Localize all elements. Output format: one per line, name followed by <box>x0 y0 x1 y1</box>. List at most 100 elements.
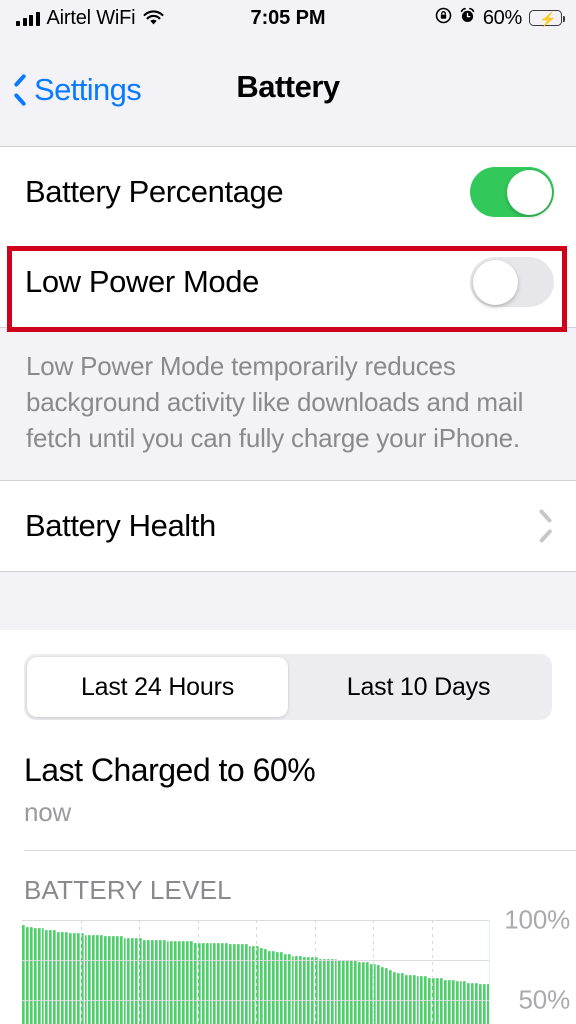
chart-bar <box>381 966 385 1024</box>
chart-bar <box>150 939 154 1024</box>
chevron-right-icon <box>538 512 554 540</box>
cellular-signal-icon <box>16 11 40 26</box>
chart-bar <box>115 936 119 1024</box>
chart-bar <box>178 941 182 1024</box>
chart-bar <box>57 931 61 1024</box>
status-bar-left: Airtel WiFi <box>16 7 164 30</box>
chart-bar <box>389 969 393 1024</box>
segment-last-24-hours[interactable]: Last 24 Hours <box>27 657 288 718</box>
low-power-mode-toggle[interactable] <box>470 257 554 307</box>
carrier-label: Airtel WiFi <box>46 6 136 29</box>
chart-bar <box>447 979 451 1024</box>
chart-bar <box>318 958 322 1024</box>
chart-bar <box>463 981 467 1024</box>
chart-bar <box>29 926 33 1024</box>
chart-bar <box>471 982 475 1024</box>
chart-bar <box>475 982 479 1024</box>
chart-bar <box>252 945 256 1024</box>
chart-bar <box>193 942 197 1024</box>
chart-bar <box>22 925 25 1024</box>
chart-bar <box>170 941 174 1024</box>
battery-level-plot-area: 100% 50% <box>22 905 570 1024</box>
battery-health-row[interactable]: Battery Health <box>0 481 576 572</box>
chart-bar <box>186 941 189 1024</box>
chart-bar <box>322 958 326 1024</box>
chart-gridline-v <box>314 920 316 1024</box>
chart-bar <box>53 929 57 1024</box>
chart-bar <box>143 939 146 1024</box>
chart-bar <box>154 939 158 1024</box>
battery-toggles-group: Battery Percentage Low Power Mode <box>0 146 576 328</box>
chevron-left-icon <box>12 76 28 104</box>
chart-bar <box>330 958 334 1024</box>
chart-bar <box>84 934 88 1024</box>
chart-bar <box>135 937 139 1024</box>
segmented-control-wrapper: Last 24 Hours Last 10 Days <box>0 630 576 721</box>
rotation-lock-icon <box>435 7 452 29</box>
chart-bar <box>244 944 248 1024</box>
battery-percentage-label: 60% <box>482 6 522 29</box>
chart-bar <box>307 957 311 1024</box>
chart-bar <box>385 968 389 1024</box>
chart-bar <box>287 953 291 1024</box>
chart-bar <box>111 936 115 1024</box>
last-charged-subtitle: now <box>24 797 72 828</box>
time-range-segmented-control[interactable]: Last 24 Hours Last 10 Days <box>24 654 552 721</box>
chart-gridline-v <box>373 920 374 1024</box>
chart-bar <box>41 928 45 1024</box>
chart-y-tick-label: 100% <box>504 904 570 935</box>
chart-bar <box>45 929 49 1024</box>
chart-bar <box>272 950 275 1024</box>
chart-bar <box>174 941 178 1024</box>
chart-bar <box>240 944 244 1024</box>
back-button-label: Settings <box>34 72 142 107</box>
chart-bar <box>127 937 131 1024</box>
low-power-mode-description: Low Power Mode temporarily reduces backg… <box>0 328 576 481</box>
chart-gridline-v <box>256 920 257 1024</box>
chart-bar <box>64 931 68 1024</box>
chart-bar <box>232 944 236 1024</box>
alarm-clock-icon <box>459 7 476 29</box>
chart-bar <box>107 936 111 1024</box>
battery-level-chart: 100% 50% <box>0 905 576 1024</box>
chart-gridline-v <box>139 920 140 1024</box>
chart-bar <box>158 939 162 1024</box>
chart-bar <box>123 937 127 1024</box>
status-bar-right: 60% ⚡ <box>435 6 566 30</box>
back-button[interactable]: Settings <box>12 72 142 108</box>
status-bar: Airtel WiFi 7:05 PM 60% ⚡ <box>0 0 576 36</box>
chart-bar <box>299 955 303 1024</box>
chart-bar <box>361 961 365 1024</box>
chart-bar <box>346 960 350 1024</box>
chart-bar <box>295 955 299 1024</box>
chart-bar <box>225 942 229 1024</box>
chart-bar <box>248 945 252 1024</box>
last-charged-title: Last Charged to 60% <box>24 752 316 789</box>
chart-bar <box>37 928 41 1024</box>
chart-bar <box>25 926 29 1024</box>
chart-gridline-v <box>197 920 199 1024</box>
chart-bar <box>217 942 221 1024</box>
chart-bar <box>377 965 381 1024</box>
chart-bar <box>92 934 96 1024</box>
chart-bar <box>291 955 295 1024</box>
chart-bar <box>393 971 396 1024</box>
section-spacer <box>0 572 576 631</box>
battery-percentage-toggle[interactable] <box>470 167 554 217</box>
chart-bar <box>334 958 338 1024</box>
battery-percentage-row[interactable]: Battery Percentage <box>0 147 576 237</box>
low-power-mode-label-text: Low Power Mode <box>25 264 259 299</box>
low-power-mode-row[interactable]: Low Power Mode <box>0 237 576 327</box>
chart-bar <box>342 960 346 1024</box>
chart-bar <box>326 958 330 1024</box>
chart-bar <box>76 933 80 1024</box>
chart-bar <box>182 941 186 1024</box>
chart-bar <box>147 939 150 1024</box>
chart-bar <box>88 934 92 1024</box>
chart-bar <box>283 953 287 1024</box>
segment-last-10-days[interactable]: Last 10 Days <box>288 657 549 717</box>
chart-bar <box>275 952 279 1024</box>
chart-bar <box>443 979 447 1024</box>
chart-bar <box>459 981 463 1024</box>
chart-bar <box>451 979 455 1024</box>
